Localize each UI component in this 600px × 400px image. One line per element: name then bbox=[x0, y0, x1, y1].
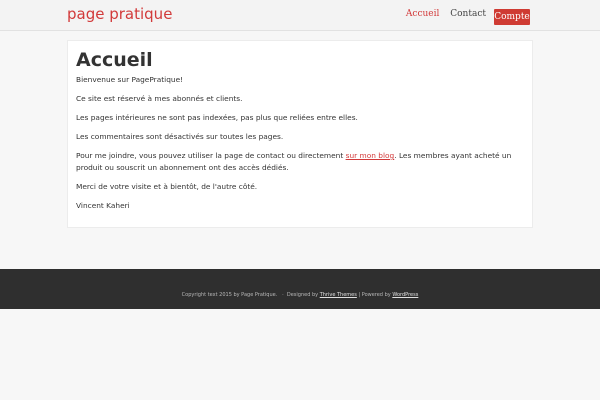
blog-link[interactable]: sur mon blog bbox=[346, 151, 395, 160]
main-nav: Accueil Contact bbox=[398, 9, 486, 19]
reserved-text: Ce site est réservé à mes abonnés et cli… bbox=[76, 94, 243, 103]
content-card: Accueil Bienvenue sur PagePratique! Ce s… bbox=[67, 40, 533, 228]
indexing-text: Les pages intérieures ne sont pas indexé… bbox=[76, 113, 358, 122]
page-title: Accueil bbox=[76, 49, 153, 71]
comments-text: Les commentaires sont désactivés sur tou… bbox=[76, 132, 284, 141]
designed-by-text: Designed by bbox=[286, 292, 319, 298]
site-header: page pratique Accueil Contact Compte bbox=[0, 0, 600, 31]
page-background bbox=[0, 309, 600, 400]
thrive-themes-link[interactable]: Thrive Themes bbox=[320, 292, 357, 298]
copyright-text: Copyright text 2015 by Page Pratique. bbox=[181, 292, 278, 298]
site-footer: Copyright text 2015 by Page Pratique. · … bbox=[0, 269, 600, 309]
site-logo[interactable]: page pratique bbox=[67, 5, 172, 23]
contact-text-before: Pour me joindre, vous pouvez utiliser la… bbox=[76, 151, 346, 160]
nav-item-accueil[interactable]: Accueil bbox=[406, 9, 439, 19]
signature-text: Vincent Kaheri bbox=[76, 201, 130, 210]
wordpress-link[interactable]: WordPress bbox=[392, 292, 418, 298]
closing-text: Merci de votre visite et à bientôt, de l… bbox=[76, 182, 258, 191]
nav-item-contact[interactable]: Contact bbox=[450, 9, 486, 19]
welcome-text: Bienvenue sur PagePratique! bbox=[76, 75, 184, 84]
contact-paragraph: Pour me joindre, vous pouvez utiliser la… bbox=[76, 150, 528, 174]
footer-separator: · bbox=[282, 292, 284, 298]
compte-button[interactable]: Compte bbox=[494, 9, 530, 25]
powered-by-text: | Powered by bbox=[358, 292, 391, 298]
footer-text: Copyright text 2015 by Page Pratique. · … bbox=[0, 292, 600, 298]
